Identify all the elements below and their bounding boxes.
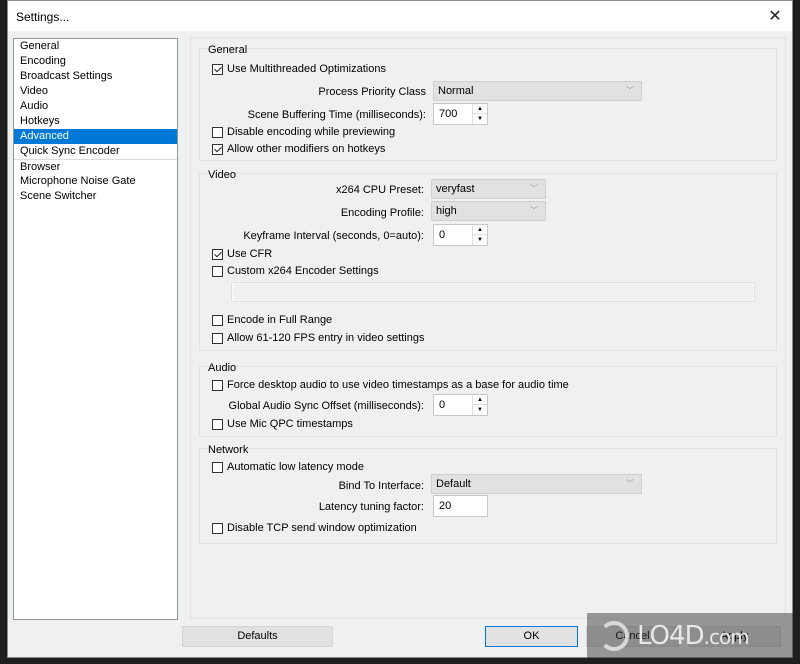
sync-offset-value: 0 bbox=[439, 399, 446, 411]
cpu-preset-select[interactable]: veryfast ﹀ bbox=[431, 179, 546, 199]
settings-category-list: General Encoding Broadcast Settings Video Au… bbox=[13, 38, 178, 620]
use-cfr-checkbox[interactable]: Use CFR bbox=[212, 248, 272, 260]
checkbox-label: Use Mic QPC timestamps bbox=[227, 418, 353, 430]
chevron-down-icon: ﹀ bbox=[626, 86, 634, 95]
audio-group-title: Audio bbox=[208, 362, 237, 374]
sidebar-item-browser[interactable]: Browser bbox=[14, 159, 177, 174]
spin-up-icon[interactable]: ▲ bbox=[473, 104, 487, 114]
advanced-settings-panel: General Use Multithreaded Optimizations … bbox=[190, 37, 786, 619]
encoding-profile-value: high bbox=[436, 205, 457, 217]
keyframe-interval-label: Keyframe Interval (seconds, 0=auto): bbox=[243, 230, 424, 242]
checkbox-label: Use Multithreaded Optimizations bbox=[227, 63, 386, 75]
sidebar-item-advanced[interactable]: Advanced bbox=[14, 129, 177, 144]
cpu-preset-label: x264 CPU Preset: bbox=[335, 184, 424, 196]
spin-down-icon[interactable]: ▼ bbox=[473, 405, 487, 415]
checkbox-label: Custom x264 Encoder Settings bbox=[227, 265, 379, 277]
bind-interface-value: Default bbox=[436, 478, 471, 490]
checkbox[interactable] bbox=[212, 522, 223, 534]
checkbox[interactable] bbox=[212, 126, 223, 138]
disable-tcp-opt-checkbox[interactable]: Disable TCP send window optimization bbox=[212, 522, 417, 534]
sidebar-item-encoding[interactable]: Encoding bbox=[14, 54, 177, 69]
latency-factor-input[interactable]: 20 bbox=[433, 495, 488, 517]
sync-offset-spinbox[interactable]: 0 ▲ ▼ bbox=[433, 394, 488, 416]
scene-buffering-spinbox[interactable]: 700 ▲ ▼ bbox=[433, 103, 488, 125]
watermark-text: LO4D.com bbox=[637, 620, 750, 651]
keyframe-interval-value: 0 bbox=[439, 229, 446, 241]
checkbox[interactable] bbox=[212, 461, 223, 473]
checkbox[interactable] bbox=[212, 379, 223, 391]
encoding-profile-label: Encoding Profile: bbox=[340, 207, 424, 219]
sidebar-item-video[interactable]: Video bbox=[14, 84, 177, 99]
chevron-down-icon: ﹀ bbox=[530, 184, 538, 193]
chevron-down-icon: ﹀ bbox=[626, 479, 634, 488]
allow-modifiers-checkbox[interactable]: Allow other modifiers on hotkeys bbox=[212, 143, 385, 155]
checkbox-label: Disable TCP send window optimization bbox=[227, 522, 417, 534]
checkbox-label: Use CFR bbox=[227, 248, 273, 260]
use-multithreaded-checkbox[interactable]: Use Multithreaded Optimizations bbox=[212, 63, 386, 75]
scene-buffering-value: 700 bbox=[439, 108, 458, 120]
lo4d-watermark: LO4D.com bbox=[587, 613, 793, 658]
sidebar-item-quick-sync-encoder[interactable]: Quick Sync Encoder bbox=[14, 144, 177, 159]
chevron-down-icon: ﹀ bbox=[530, 206, 538, 215]
mic-qpc-checkbox[interactable]: Use Mic QPC timestamps bbox=[212, 418, 353, 430]
custom-x264-settings-input[interactable] bbox=[231, 282, 755, 302]
checkbox[interactable] bbox=[212, 143, 223, 155]
bind-interface-select[interactable]: Default ﹀ bbox=[431, 474, 642, 494]
checkbox[interactable] bbox=[212, 332, 223, 344]
spin-up-icon[interactable]: ▲ bbox=[473, 395, 487, 405]
full-range-checkbox[interactable]: Encode in Full Range bbox=[212, 314, 332, 326]
disable-encoding-preview-checkbox[interactable]: Disable encoding while previewing bbox=[212, 126, 395, 138]
watermark-brand: LO4D bbox=[637, 620, 705, 651]
sidebar-item-hotkeys[interactable]: Hotkeys bbox=[14, 114, 177, 129]
sync-offset-label: Global Audio Sync Offset (milliseconds): bbox=[228, 400, 424, 412]
window-title: Settings... bbox=[16, 10, 70, 24]
general-group: General Use Multithreaded Optimizations … bbox=[199, 44, 777, 161]
close-icon[interactable]: ✕ bbox=[758, 1, 792, 31]
custom-x264-checkbox[interactable]: Custom x264 Encoder Settings bbox=[212, 265, 379, 277]
checkbox[interactable] bbox=[212, 265, 223, 277]
checkbox-label: Automatic low latency mode bbox=[227, 461, 364, 473]
ok-button[interactable]: OK bbox=[485, 626, 578, 647]
checkbox-label: Disable encoding while previewing bbox=[227, 126, 396, 138]
process-priority-select[interactable]: Normal ﹀ bbox=[433, 81, 642, 101]
sidebar-item-scene-switcher[interactable]: Scene Switcher bbox=[14, 189, 177, 204]
defaults-button[interactable]: Defaults bbox=[182, 626, 333, 647]
latency-factor-label: Latency tuning factor: bbox=[318, 501, 424, 513]
checkbox-label: Allow other modifiers on hotkeys bbox=[227, 143, 386, 155]
sidebar-item-microphone-noise-gate[interactable]: Microphone Noise Gate bbox=[14, 174, 177, 189]
scene-buffering-label: Scene Buffering Time (milliseconds): bbox=[247, 109, 426, 121]
process-priority-label: Process Priority Class bbox=[318, 86, 426, 98]
sidebar-item-broadcast-settings[interactable]: Broadcast Settings bbox=[14, 69, 177, 84]
force-desktop-audio-checkbox[interactable]: Force desktop audio to use video timesta… bbox=[212, 379, 569, 391]
lo4d-logo-icon bbox=[599, 620, 629, 651]
checkbox[interactable] bbox=[212, 63, 223, 75]
checkbox-label: Encode in Full Range bbox=[227, 314, 333, 326]
settings-window: Settings... ✕ General Encoding Broadcast S… bbox=[7, 0, 793, 658]
sidebar-item-general[interactable]: General bbox=[14, 39, 177, 54]
bind-interface-label: Bind To Interface: bbox=[338, 480, 424, 492]
keyframe-interval-spinbox[interactable]: 0 ▲ ▼ bbox=[433, 224, 488, 246]
video-group-title: Video bbox=[208, 169, 236, 181]
audio-group: Audio Force desktop audio to use video t… bbox=[199, 362, 777, 437]
checkbox-label: Force desktop audio to use video timesta… bbox=[227, 379, 569, 391]
spin-down-icon[interactable]: ▼ bbox=[473, 114, 487, 124]
cpu-preset-value: veryfast bbox=[436, 183, 475, 195]
sidebar-item-audio[interactable]: Audio bbox=[14, 99, 177, 114]
video-group: Video x264 CPU Preset: veryfast ﹀ Encodi… bbox=[199, 169, 777, 351]
checkbox[interactable] bbox=[212, 314, 223, 326]
allow-high-fps-checkbox[interactable]: Allow 61-120 FPS entry in video settings bbox=[212, 332, 425, 344]
process-priority-value: Normal bbox=[438, 85, 474, 97]
checkbox[interactable] bbox=[212, 418, 223, 430]
spin-up-icon[interactable]: ▲ bbox=[473, 225, 487, 235]
title-bar: Settings... ✕ bbox=[8, 1, 792, 31]
spin-down-icon[interactable]: ▼ bbox=[473, 235, 487, 245]
network-group: Network Automatic low latency mode Bind … bbox=[199, 444, 777, 544]
watermark-suffix: .com bbox=[703, 624, 750, 649]
general-group-title: General bbox=[208, 44, 248, 56]
checkbox[interactable] bbox=[212, 248, 223, 260]
network-group-title: Network bbox=[208, 444, 249, 456]
checkbox-label: Allow 61-120 FPS entry in video settings bbox=[227, 332, 425, 344]
auto-low-latency-checkbox[interactable]: Automatic low latency mode bbox=[212, 461, 364, 473]
encoding-profile-select[interactable]: high ﹀ bbox=[431, 201, 546, 221]
